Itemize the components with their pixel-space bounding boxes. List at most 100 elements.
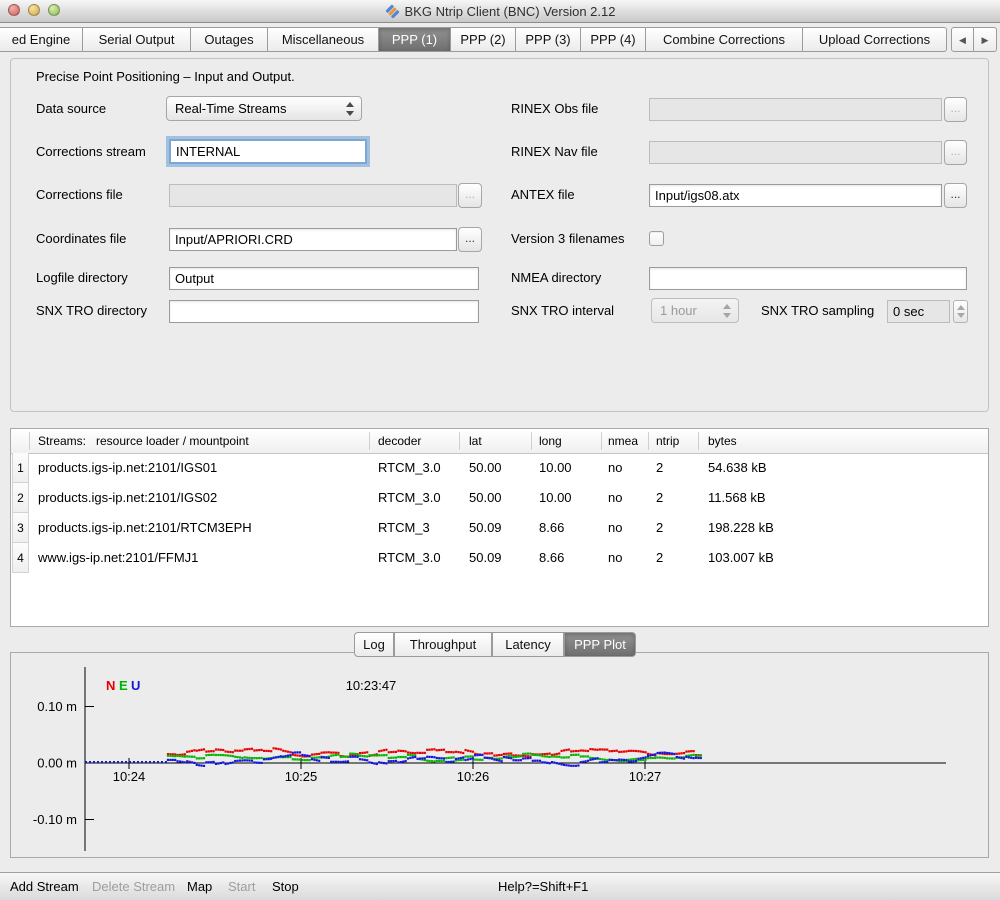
row-number[interactable]: 1: [12, 453, 29, 483]
cell-long: 10.00: [539, 483, 572, 513]
x-tick-label: 10:27: [629, 769, 662, 784]
row-number[interactable]: 4: [12, 543, 29, 573]
x-tick-label: 10:25: [285, 769, 318, 784]
cell-mountpoint: products.igs-ip.net:2101/IGS02: [38, 483, 217, 513]
current-time-label: 10:23:47: [346, 678, 397, 693]
cell-decoder: RTCM_3: [378, 513, 430, 543]
legend-N: N: [106, 678, 115, 693]
row-number[interactable]: 3: [12, 513, 29, 543]
y-tick-label: 0.00 m: [37, 756, 77, 771]
start-button: Start: [228, 873, 255, 900]
tab-combine-corrections[interactable]: Combine Corrections: [646, 27, 803, 52]
y-tick-label: -0.10 m: [33, 812, 77, 827]
column-header-lat: lat: [469, 429, 482, 453]
corrections-file-label: Corrections file: [36, 183, 123, 207]
cell-bytes: 54.638 kB: [708, 453, 767, 483]
corrections-file-input: [169, 184, 457, 207]
rinex-nav-file-input: [649, 141, 942, 164]
streams-table-header: Streams: resource loader / mountpoint de…: [11, 429, 988, 454]
tab-outages[interactable]: Outages: [191, 27, 268, 52]
tab-scroll-left-button[interactable]: ◀: [951, 27, 974, 52]
rinex-obs-file-input: [649, 98, 942, 121]
legend-E: E: [119, 678, 128, 693]
cell-ntrip: 2: [656, 513, 663, 543]
cell-ntrip: 2: [656, 543, 663, 573]
titlebar: BKG Ntrip Client (BNC) Version 2.12: [0, 0, 1000, 23]
coordinates-file-input[interactable]: [169, 228, 457, 251]
add-stream-button[interactable]: Add Stream: [10, 873, 79, 900]
tab-ppp-4[interactable]: PPP (4): [581, 27, 646, 52]
antex-file-input[interactable]: [649, 184, 942, 207]
bnc-app-icon: [385, 4, 400, 19]
cell-lat: 50.00: [469, 453, 502, 483]
tab-latency[interactable]: Latency: [492, 632, 564, 657]
snx-tro-interval-value: 1 hour: [660, 303, 697, 318]
data-source-label: Data source: [36, 97, 106, 121]
antex-file-label: ANTEX file: [511, 183, 575, 207]
tab-miscellaneous[interactable]: Miscellaneous: [268, 27, 379, 52]
x-tick-label: 10:26: [457, 769, 490, 784]
tab-upload-corrections[interactable]: Upload Corrections: [803, 27, 947, 52]
tab-serial-output[interactable]: Serial Output: [83, 27, 191, 52]
version3-filenames-checkbox[interactable]: [649, 231, 664, 246]
streams-table: Streams: resource loader / mountpoint de…: [10, 428, 989, 627]
cell-lat: 50.09: [469, 543, 502, 573]
cell-lat: 50.00: [469, 483, 502, 513]
tab-ppp-1[interactable]: PPP (1): [379, 27, 451, 52]
snx-tro-sampling-label: SNX TRO sampling: [761, 299, 874, 323]
tab-throughput[interactable]: Throughput: [394, 632, 492, 657]
cell-nmea: no: [608, 543, 622, 573]
window-title: BKG Ntrip Client (BNC) Version 2.12: [405, 4, 616, 19]
column-header-bytes: bytes: [708, 429, 737, 453]
stream-row-3[interactable]: 3products.igs-ip.net:2101/RTCM3EPHRTCM_3…: [11, 513, 988, 543]
x-tick-label: 10:24: [113, 769, 146, 784]
cell-ntrip: 2: [656, 453, 663, 483]
y-tick-label: 0.10 m: [37, 699, 77, 714]
nmea-directory-input[interactable]: [649, 267, 967, 290]
data-source-select[interactable]: Real-Time Streams: [166, 96, 362, 121]
rinex-obs-file-browse-button: ...: [944, 97, 967, 122]
cell-bytes: 198.228 kB: [708, 513, 774, 543]
tab-ppp-3[interactable]: PPP (3): [516, 27, 581, 52]
stop-button[interactable]: Stop: [272, 873, 299, 900]
stream-row-1[interactable]: 1products.igs-ip.net:2101/IGS01RTCM_3.05…: [11, 453, 988, 483]
stream-row-4[interactable]: 4www.igs-ip.net:2101/FFMJ1RTCM_3.050.098…: [11, 543, 988, 573]
snx-tro-directory-input[interactable]: [169, 300, 479, 323]
logfile-directory-label: Logfile directory: [36, 266, 128, 290]
legend-U: U: [131, 678, 140, 693]
cell-mountpoint: products.igs-ip.net:2101/IGS01: [38, 453, 217, 483]
row-number[interactable]: 2: [12, 483, 29, 513]
logfile-directory-input[interactable]: [169, 267, 479, 290]
stream-row-2[interactable]: 2products.igs-ip.net:2101/IGS02RTCM_3.05…: [11, 483, 988, 513]
cell-mountpoint: www.igs-ip.net:2101/FFMJ1: [38, 543, 198, 573]
column-header-ntrip: ntrip: [656, 429, 679, 453]
coordinates-file-browse-button[interactable]: ...: [458, 227, 482, 252]
chevron-right-icon: ▶: [982, 35, 989, 45]
tab-ppp-plot[interactable]: PPP Plot: [564, 632, 636, 657]
bnc-window: BKG Ntrip Client (BNC) Version 2.12 ed E…: [0, 0, 1000, 900]
bottom-toolbar: Add StreamDelete StreamMapStartStop Help…: [0, 872, 1000, 900]
cell-long: 10.00: [539, 453, 572, 483]
antex-file-browse-button[interactable]: ...: [944, 183, 967, 208]
cell-decoder: RTCM_3.0: [378, 543, 441, 573]
cell-bytes: 11.568 kB: [708, 483, 766, 513]
ppp1-panel: Precise Point Positioning – Input and Ou…: [10, 58, 989, 412]
corrections-stream-input[interactable]: [169, 139, 367, 164]
cell-lat: 50.09: [469, 513, 502, 543]
tab-scroll-buttons: ◀ ▶: [951, 27, 997, 52]
tab-ppp-2[interactable]: PPP (2): [451, 27, 516, 52]
corrections-file-browse-button: ...: [458, 183, 482, 208]
rinex-obs-file-label: RINEX Obs file: [511, 97, 598, 121]
tab-scroll-right-button[interactable]: ▶: [974, 27, 997, 52]
cell-long: 8.66: [539, 513, 564, 543]
plot-tab-bar: LogThroughputLatencyPPP Plot: [354, 632, 636, 657]
data-source-value: Real-Time Streams: [175, 101, 286, 116]
snx-tro-sampling-stepper: [953, 300, 968, 323]
column-header-mountpoint: Streams: resource loader / mountpoint: [38, 429, 249, 453]
map-button[interactable]: Map: [187, 873, 212, 900]
tab-ed-engine[interactable]: ed Engine: [0, 27, 83, 52]
column-header-long: long: [539, 429, 562, 453]
tab-log[interactable]: Log: [354, 632, 394, 657]
version3-filenames-label: Version 3 filenames: [511, 227, 624, 251]
series-U: [167, 751, 702, 767]
